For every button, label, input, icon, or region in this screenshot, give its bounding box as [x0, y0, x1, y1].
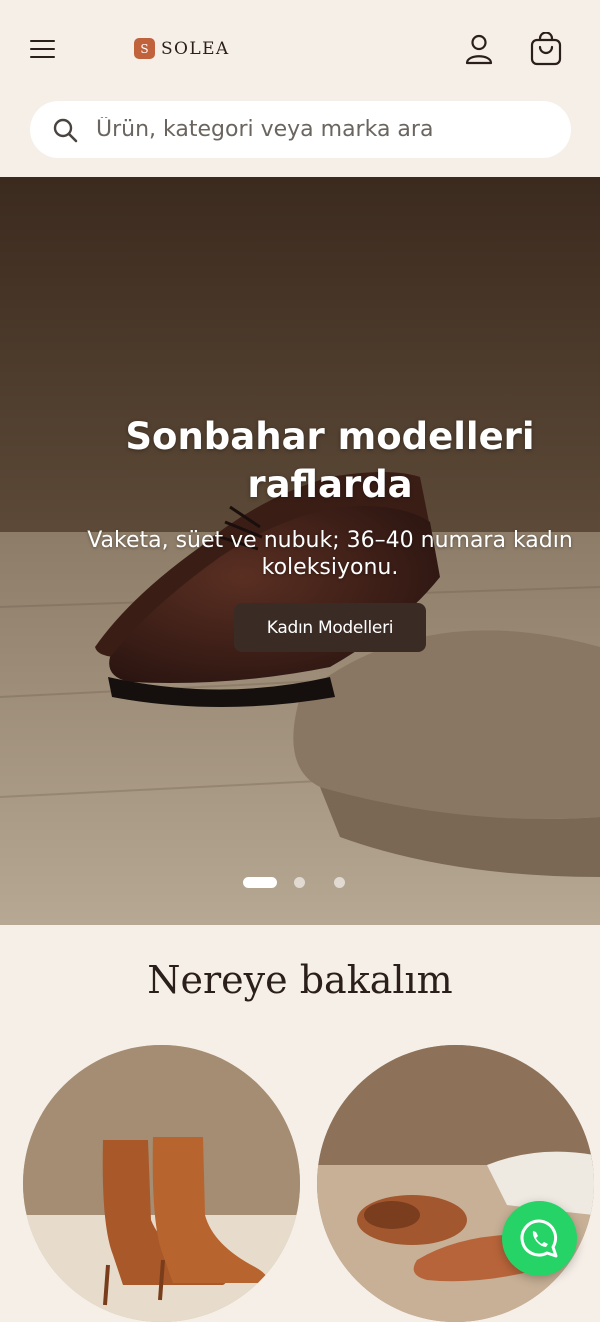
shopping-bag-icon[interactable] [529, 31, 563, 66]
user-icon[interactable] [464, 33, 494, 65]
hero-title: Sonbahar modelleri raflarda [125, 415, 535, 506]
ankle-boots-image [23, 1045, 300, 1322]
carousel-indicators [0, 877, 600, 891]
category-ankle-boots[interactable] [23, 1045, 300, 1322]
section-title: Nereye bakalım [147, 958, 453, 1002]
site-header: S SOLEA [0, 0, 600, 96]
hero-subtitle: Vaketa, süet ve nubuk; 36–40 numara kadı… [87, 528, 573, 580]
flats-image [317, 1045, 594, 1322]
women-models-button[interactable]: Kadın Modelleri [234, 603, 426, 652]
brand-name: SOLEA [161, 38, 230, 59]
menu-icon[interactable] [28, 34, 58, 64]
search-bar [30, 101, 571, 158]
logo-mark: S [134, 38, 155, 59]
carousel-dot-2[interactable] [294, 877, 305, 888]
hero-banner: Sonbahar modelleri raflarda Vaketa, süet… [0, 177, 600, 925]
search-input[interactable] [96, 101, 556, 158]
whatsapp-icon [520, 1219, 558, 1258]
whatsapp-chat-button[interactable] [502, 1201, 577, 1276]
category-flats[interactable] [317, 1045, 594, 1322]
search-icon[interactable] [52, 117, 78, 143]
brand-logo[interactable]: S SOLEA [134, 38, 230, 59]
carousel-dot-3[interactable] [334, 877, 345, 888]
carousel-dot-1[interactable] [243, 877, 277, 888]
